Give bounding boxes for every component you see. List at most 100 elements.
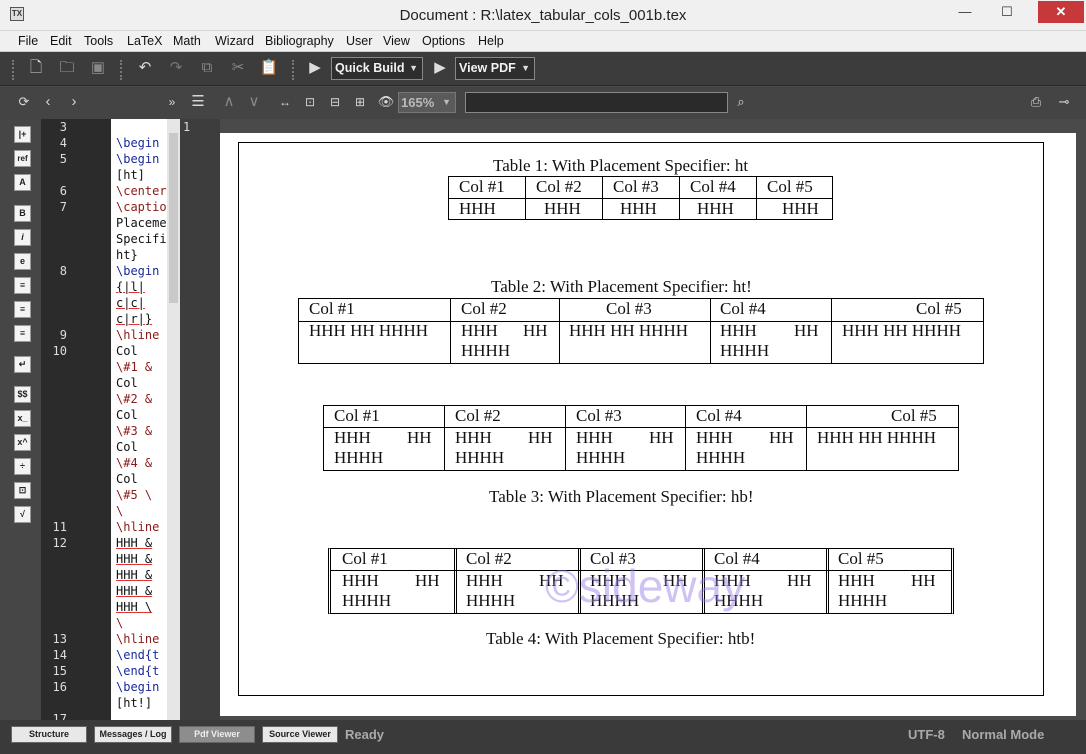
view-pdf-play-icon[interactable]: ▶ [428,57,452,81]
minimize-button[interactable]: — [948,1,982,23]
status-ready: Ready [345,727,385,742]
tab-pdf-viewer[interactable]: Pdf Viewer [179,726,255,743]
menu-wizard[interactable]: Wizard [215,34,254,48]
window-title: Document : R:\latex_tabular_cols_001b.te… [399,7,687,24]
emphasis-icon[interactable]: e [14,253,31,270]
table1: Col #1 Col #2 Col #3 Col #4 Col #5 HHH H… [448,176,833,220]
sync-icon[interactable]: ⟳ [12,91,36,115]
menu-file[interactable]: File [18,34,38,48]
code-line: c|r|} [116,312,153,326]
menu-user[interactable]: User [346,34,372,48]
search-icon[interactable]: ⌕ [729,91,753,115]
tab-source-viewer[interactable]: Source Viewer [262,726,338,743]
menu-tools[interactable]: Tools [84,34,113,48]
page-number[interactable]: 1 [183,120,190,134]
table3-header: Col #4 [696,406,742,425]
zoom-in-icon[interactable]: ⊞ [348,91,372,115]
paste-icon[interactable]: 📋 [257,57,281,81]
line-number: 9 [59,328,67,342]
editor-scrollbar[interactable] [167,119,180,720]
superscript-icon[interactable]: x^ [14,434,31,451]
align-left-icon[interactable]: ≡ [14,277,31,294]
fraction-icon[interactable]: ÷ [14,458,31,475]
forward-arrow-icon[interactable]: › [62,91,86,115]
status-mode[interactable]: Normal Mode [962,727,1044,742]
subscript-icon[interactable]: x_ [14,410,31,427]
quick-build-label: Quick Build [335,61,405,75]
line-number: 15 [52,664,67,678]
quick-build-button[interactable]: Quick Build ▼ [331,57,423,80]
table2-cell: HHH [720,321,757,340]
expand-toolbar-icon[interactable]: » [160,91,184,115]
code-line: Placeme [116,216,167,230]
view-pdf-button[interactable]: View PDF ▼ [455,57,535,80]
code-line: \end{t [116,648,160,662]
menu-latex[interactable]: LaTeX [127,34,162,48]
redo-icon[interactable]: ↷ [164,57,188,81]
italic-icon[interactable]: i [14,229,31,246]
copy-icon[interactable]: ⧉ [195,57,219,81]
pin-icon[interactable]: ⊸ [1052,91,1076,115]
font-size-icon[interactable]: A [14,174,31,191]
fit-page-icon[interactable]: ⊡ [298,91,322,115]
toolbar-separator [292,60,298,80]
table2-cell: HHH HH HHHH [309,321,428,340]
table1-header: Col #2 [536,177,582,196]
menu-options[interactable]: Options [422,34,465,48]
menu-bibliography[interactable]: Bibliography [265,34,334,48]
eye-icon[interactable]: 👁 [374,91,398,115]
status-encoding[interactable]: UTF-8 [908,727,945,742]
ref-icon[interactable]: ref [14,150,31,167]
fit-width-icon[interactable]: ↔ [273,91,297,115]
open-folder-icon[interactable]: 🗀 [55,57,79,81]
line-number: 11 [52,520,67,534]
menu-help[interactable]: Help [478,34,504,48]
pdf-search-input[interactable] [465,92,728,113]
display-math-icon[interactable]: $$ [14,386,31,403]
pdf-menu-icon[interactable]: ☰ [186,91,210,115]
source-editor[interactable]: \begin \begin [ht] \center \captio Place… [111,119,167,720]
table4-cell: HHH [342,571,379,590]
save-icon[interactable]: ▣ [86,57,110,81]
menu-edit[interactable]: Edit [50,34,72,48]
scrollbar-thumb[interactable] [169,133,178,303]
insert-ref-icon[interactable]: |+ [14,126,31,143]
close-button[interactable]: ✕ [1038,1,1084,23]
next-page-icon[interactable]: ∨ [242,91,266,115]
table3-cell: HHHH [455,448,505,467]
zoom-select[interactable]: 165% ▼ [398,92,456,113]
table1-caption: Table 1: With Placement Specifier: ht [493,156,749,175]
menu-view[interactable]: View [383,34,410,48]
print-icon[interactable]: ⎙ [1024,91,1048,115]
cut-icon[interactable]: ✂ [226,57,250,81]
tab-messages-log[interactable]: Messages / Log [94,726,172,743]
chevron-down-icon: ▼ [442,97,451,107]
tab-structure[interactable]: Structure [11,726,87,743]
maximize-button[interactable]: ☐ [990,1,1024,23]
table3-cell: HHHH [576,448,626,467]
table1-cell: HHH [620,199,657,218]
back-arrow-icon[interactable]: ‹ [36,91,60,115]
table3-header: Col #2 [455,406,501,425]
new-file-icon[interactable]: 🗋 [24,57,48,81]
bold-icon[interactable]: B [14,205,31,222]
toolbar-separator [120,60,126,80]
previous-page-icon[interactable]: ∧ [217,91,241,115]
chevron-down-icon: ▼ [521,63,530,73]
zoom-out-icon[interactable]: ⊟ [323,91,347,115]
code-line: ht} [116,248,138,262]
table3-cell: HHH HH HHHH [817,428,936,447]
table1-header: Col #4 [690,177,736,196]
pdf-page[interactable]: Table 1: With Placement Specifier: ht Co… [220,133,1076,716]
newline-icon[interactable]: ↵ [14,356,31,373]
table2-header: Col #5 [916,299,962,318]
code-line: \begin [116,136,160,150]
code-line: {|l| [116,280,145,294]
align-right-icon[interactable]: ≡ [14,325,31,342]
undo-icon[interactable]: ↶ [133,57,157,81]
align-center-icon[interactable]: ≡ [14,301,31,318]
menu-math[interactable]: Math [173,34,201,48]
sqrt-icon[interactable]: √ [14,506,31,523]
quick-build-play-icon[interactable]: ▶ [303,57,327,81]
dfrac-icon[interactable]: ⊡ [14,482,31,499]
